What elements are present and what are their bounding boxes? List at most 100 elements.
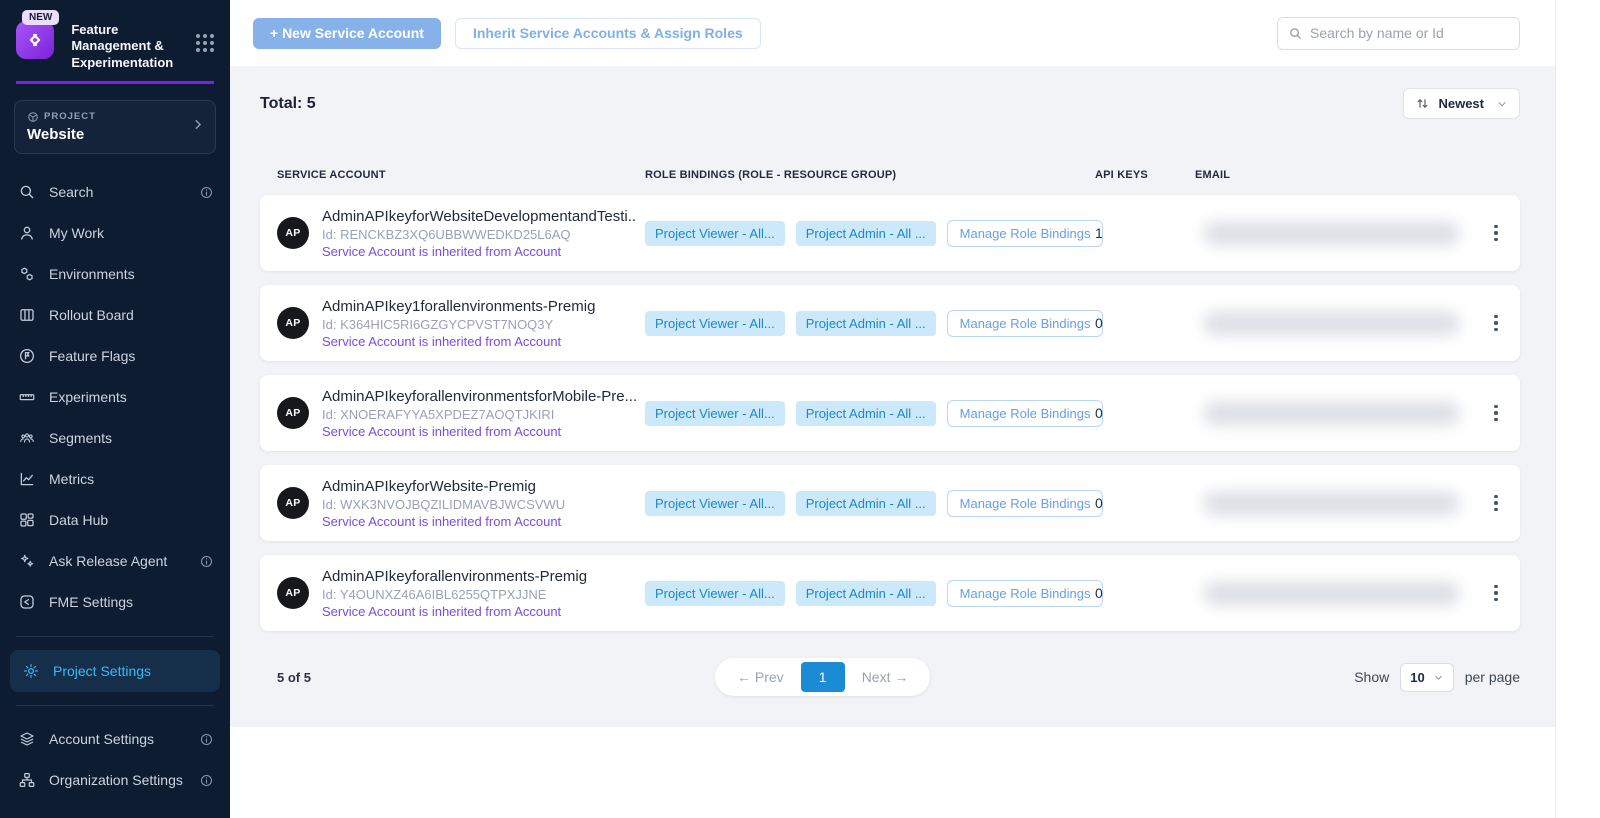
table-row: AP AdminAPIkeyforallenvironmentsforMobil… [260,375,1520,451]
sidebar-item-label: Experiments [49,389,127,405]
page-size-select[interactable]: 10 [1400,663,1453,692]
sidebar-item-project-settings[interactable]: Project Settings [10,650,220,692]
sidebar: NEW Feature Management & Experimentation… [0,0,230,818]
table-row: AP AdminAPIkeyforWebsiteDevelopmentandTe… [260,195,1520,271]
service-account-id: Id: XNOERAFYYA5XPDEZ7AOQTJKIRI [322,407,637,422]
role-binding-badge[interactable]: Project Admin - All ... [796,401,936,426]
app-logo-icon [16,21,54,59]
kebab-menu-icon[interactable] [1488,399,1504,428]
manage-role-bindings-button[interactable]: Manage Role Bindings [947,490,1104,517]
role-binding-badge[interactable]: Project Admin - All ... [796,221,936,246]
role-binding-badge[interactable]: Project Admin - All ... [796,581,936,606]
role-binding-badge[interactable]: Project Viewer - All... [645,491,785,516]
ruler-icon [18,388,36,406]
manage-role-bindings-button[interactable]: Manage Role Bindings [947,400,1104,427]
role-binding-badge[interactable]: Project Admin - All ... [796,311,936,336]
pagination-controls: ← Prev 1 Next → [715,658,930,696]
sidebar-item-segments[interactable]: Segments [0,418,230,459]
sidebar-nav: Search My Work Environments Rollout Boar… [0,172,230,623]
info-icon[interactable] [199,773,214,788]
service-account-id: Id: K364HIC5RI6GZGYCPVST7NOQ3Y [322,317,595,332]
email-redacted [1203,581,1460,606]
sidebar-item-ask-release-agent[interactable]: Ask Release Agent [0,541,230,582]
sparkles-icon [18,552,36,570]
sort-dropdown[interactable]: Newest [1403,88,1520,119]
sort-value: Newest [1438,96,1484,111]
email-redacted [1203,221,1460,246]
new-service-account-button[interactable]: + New Service Account [253,18,441,49]
manage-role-bindings-button[interactable]: Manage Role Bindings [947,310,1104,337]
role-binding-badge[interactable]: Project Viewer - All... [645,311,785,336]
sidebar-item-experiments[interactable]: Experiments [0,377,230,418]
search-input[interactable] [1310,25,1509,41]
app-switcher-icon[interactable] [196,34,214,52]
column-api-keys: API KEYS [1095,169,1195,181]
user-icon [18,224,36,242]
sidebar-item-account-settings[interactable]: Account Settings [0,719,230,760]
divider [16,705,214,706]
avatar: AP [277,217,309,249]
inherited-note: Service Account is inherited from Accoun… [322,334,595,349]
project-name: Website [27,126,203,143]
avatar: AP [277,577,309,609]
inherited-note: Service Account is inherited from Accoun… [322,514,565,529]
prev-page-button[interactable]: ← Prev [720,669,801,685]
sidebar-item-label: Feature Flags [49,348,135,364]
service-account-name: AdminAPIkeyforWebsiteDevelopmentandTesti… [322,208,637,225]
next-page-button[interactable]: Next → [845,669,926,685]
chevron-right-icon [191,117,205,136]
sidebar-item-label: Ask Release Agent [49,553,167,569]
sidebar-item-feature-flags[interactable]: Feature Flags [0,336,230,377]
search-icon [18,183,36,201]
column-role-bindings: ROLE BINDINGS (ROLE - RESOURCE GROUP) [645,169,1095,181]
role-binding-badge[interactable]: Project Viewer - All... [645,581,785,606]
sidebar-item-rollout-board[interactable]: Rollout Board [0,295,230,336]
service-accounts-panel: Total: 5 Newest SERVICE ACCOUNT ROLE BIN… [230,66,1555,727]
sidebar-item-label: Search [49,184,93,200]
kebab-menu-icon[interactable] [1488,309,1504,338]
api-keys-count: 1 [1095,225,1195,241]
role-binding-badge[interactable]: Project Viewer - All... [645,221,785,246]
sidebar-item-organization-settings[interactable]: Organization Settings [0,760,230,801]
manage-role-bindings-button[interactable]: Manage Role Bindings [947,220,1104,247]
sidebar-item-search[interactable]: Search [0,172,230,213]
kebab-menu-icon[interactable] [1488,579,1504,608]
info-icon[interactable] [199,185,214,200]
table-row: AP AdminAPIkeyforallenvironments-Premig … [260,555,1520,631]
role-binding-badge[interactable]: Project Admin - All ... [796,491,936,516]
toolbar: + New Service Account Inherit Service Ac… [230,0,1555,66]
project-selector[interactable]: PROJECT Website [14,100,216,154]
manage-role-bindings-button[interactable]: Manage Role Bindings [947,580,1104,607]
search-field[interactable] [1277,17,1520,50]
data-hub-icon [18,511,36,529]
kebab-menu-icon[interactable] [1488,219,1504,248]
layers-icon [18,730,36,748]
page-1-button[interactable]: 1 [801,662,845,692]
info-icon[interactable] [199,732,214,747]
service-account-id: Id: WXK3NVOJBQZILIDMAVBJWCSVWU [322,497,565,512]
role-binding-badge[interactable]: Project Viewer - All... [645,401,785,426]
kebab-menu-icon[interactable] [1488,489,1504,518]
app-window: NEW Feature Management & Experimentation… [0,0,1600,818]
avatar: AP [277,487,309,519]
brand-underline [16,81,214,84]
email-redacted [1203,401,1460,426]
sidebar-item-data-hub[interactable]: Data Hub [0,500,230,541]
sidebar-item-fme-settings[interactable]: FME Settings [0,582,230,623]
service-account-name: AdminAPIkey1forallenvironments-Premig [322,298,595,315]
per-page-label: per page [1465,669,1520,685]
inherit-service-accounts-button[interactable]: Inherit Service Accounts & Assign Roles [455,18,761,49]
service-account-id: Id: Y4OUNXZ46A6IBL6255QTPXJJNE [322,587,587,602]
sidebar-item-label: Data Hub [49,512,108,528]
board-columns-icon [18,306,36,324]
fme-settings-icon [18,593,36,611]
sidebar-item-metrics[interactable]: Metrics [0,459,230,500]
app-title: Feature Management & Experimentation [71,22,190,71]
info-icon[interactable] [199,554,214,569]
avatar: AP [277,397,309,429]
sidebar-item-my-work[interactable]: My Work [0,213,230,254]
email-redacted [1203,491,1460,516]
sidebar-item-environments[interactable]: Environments [0,254,230,295]
pagination-summary: 5 of 5 [277,670,311,685]
email-redacted [1203,311,1460,336]
